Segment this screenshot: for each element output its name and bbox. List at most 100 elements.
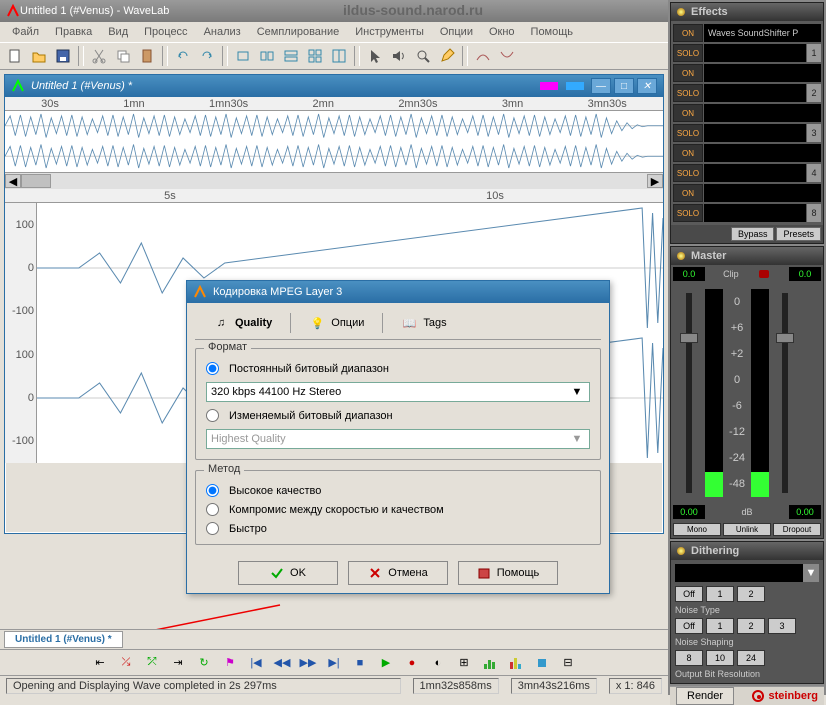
transport-ffw[interactable]: ▶▶: [299, 654, 317, 672]
menu-window[interactable]: Окно: [481, 24, 523, 40]
cut-button[interactable]: [88, 45, 110, 67]
dither-ns-3[interactable]: 3: [768, 618, 796, 634]
tool-5[interactable]: [328, 45, 350, 67]
method-hq-radio[interactable]: Высокое качество: [206, 481, 590, 500]
wave-window-titlebar[interactable]: Untitled 1 (#Venus) * — □ ✕: [5, 75, 663, 97]
transport-start[interactable]: |◀: [247, 654, 265, 672]
bypass-button[interactable]: Bypass: [731, 227, 775, 241]
menu-view[interactable]: Вид: [100, 24, 136, 40]
maximize-button[interactable]: □: [614, 78, 634, 94]
transport-stop[interactable]: ■: [351, 654, 369, 672]
transport-btn-4[interactable]: ⇥: [169, 654, 187, 672]
fx-slot-name[interactable]: Waves SoundShifter P: [704, 24, 821, 42]
fx-on-button[interactable]: ON: [673, 24, 703, 42]
tab-tags[interactable]: 📖 Tags: [383, 311, 464, 335]
obr-label: Output Bit Resolution: [675, 669, 819, 679]
scroll-right-button[interactable]: ▶: [647, 174, 663, 188]
transport-marker[interactable]: ⚑: [221, 654, 239, 672]
transport-play[interactable]: ▶: [377, 654, 395, 672]
paste-button[interactable]: [136, 45, 158, 67]
close-button[interactable]: ✕: [637, 78, 657, 94]
method-mid-radio[interactable]: Компромис между скоростью и качеством: [206, 500, 590, 519]
transport-loop[interactable]: ↻: [195, 654, 213, 672]
transport-rew[interactable]: ◀◀: [273, 654, 291, 672]
dither-obr-2[interactable]: 10: [706, 650, 734, 666]
transport-btn-3[interactable]: ⤱: [143, 654, 161, 672]
cursor-tool[interactable]: [364, 45, 386, 67]
dither-obr-3[interactable]: 24: [737, 650, 765, 666]
bitrate-select[interactable]: 320 kbps 44100 Hz Stereo ▼: [206, 382, 590, 402]
copy-button[interactable]: [112, 45, 134, 67]
transport-record[interactable]: ●: [403, 654, 421, 672]
open-button[interactable]: [28, 45, 50, 67]
channel-indicator-left: [540, 82, 558, 90]
transport-meter-3[interactable]: [533, 654, 551, 672]
zoom-timeline-ruler[interactable]: 5s 10s: [5, 189, 663, 203]
new-button[interactable]: [4, 45, 26, 67]
speaker-tool[interactable]: [388, 45, 410, 67]
dither-ns-1[interactable]: 1: [706, 618, 734, 634]
transport-meter-1[interactable]: [481, 654, 499, 672]
check-icon: [270, 566, 284, 580]
transport-extra-1[interactable]: ◐: [429, 654, 447, 672]
save-button[interactable]: [52, 45, 74, 67]
book-icon: 📖: [401, 315, 417, 331]
clip-indicator[interactable]: [759, 270, 769, 278]
document-tab[interactable]: Untitled 1 (#Venus) *: [4, 631, 123, 648]
dither-type-select[interactable]: ▼: [675, 564, 819, 582]
curve-tool-2[interactable]: [496, 45, 518, 67]
dialog-titlebar[interactable]: Кодировка MPEG Layer 3: [187, 281, 609, 303]
menu-sampling[interactable]: Семплирование: [249, 24, 348, 40]
tool-1[interactable]: [232, 45, 254, 67]
dither-nt-1[interactable]: 1: [706, 586, 734, 602]
dither-obr-1[interactable]: 8: [675, 650, 703, 666]
scroll-left-button[interactable]: ◀: [5, 174, 21, 188]
mono-button[interactable]: Mono: [673, 523, 721, 536]
tool-3[interactable]: [280, 45, 302, 67]
menu-analysis[interactable]: Анализ: [196, 24, 249, 40]
fader-left[interactable]: [677, 289, 701, 497]
transport-meter-2[interactable]: [507, 654, 525, 672]
dither-off-1[interactable]: Off: [675, 586, 703, 602]
fx-solo-button[interactable]: SOLO: [673, 44, 703, 62]
scroll-thumb[interactable]: [21, 174, 51, 188]
tab-quality[interactable]: ♫ Quality: [195, 311, 290, 335]
menu-options[interactable]: Опции: [432, 24, 481, 40]
help-button[interactable]: Помощь: [458, 561, 558, 585]
tab-options[interactable]: 💡 Опции: [291, 311, 382, 335]
cancel-button[interactable]: Отмена: [348, 561, 448, 585]
transport-extra-2[interactable]: ⊞: [455, 654, 473, 672]
fader-right[interactable]: [773, 289, 797, 497]
dropout-button[interactable]: Dropout: [773, 523, 821, 536]
menu-process[interactable]: Процесс: [136, 24, 195, 40]
redo-button[interactable]: [196, 45, 218, 67]
menu-edit[interactable]: Правка: [47, 24, 100, 40]
ok-button[interactable]: OK: [238, 561, 338, 585]
pencil-tool[interactable]: [436, 45, 458, 67]
dither-ns-2[interactable]: 2: [737, 618, 765, 634]
waveform-overview[interactable]: [5, 111, 663, 173]
transport-end-2[interactable]: ⊟: [559, 654, 577, 672]
transport-btn-2[interactable]: ⤰: [117, 654, 135, 672]
tool-2[interactable]: [256, 45, 278, 67]
transport-end[interactable]: ▶|: [325, 654, 343, 672]
render-button[interactable]: Render: [676, 687, 734, 705]
minimize-button[interactable]: —: [591, 78, 611, 94]
overview-scrollbar[interactable]: ◀ ▶: [5, 173, 663, 189]
menu-file[interactable]: Файл: [4, 24, 47, 40]
menu-tools[interactable]: Инструменты: [347, 24, 432, 40]
dither-nt-2[interactable]: 2: [737, 586, 765, 602]
method-fast-radio[interactable]: Быстро: [206, 519, 590, 538]
dither-off-2[interactable]: Off: [675, 618, 703, 634]
vbr-radio[interactable]: Изменяемый битовый диапазон: [206, 406, 590, 425]
presets-button[interactable]: Presets: [776, 227, 821, 241]
undo-button[interactable]: [172, 45, 194, 67]
unlink-button[interactable]: Unlink: [723, 523, 771, 536]
tool-4[interactable]: [304, 45, 326, 67]
curve-tool-1[interactable]: [472, 45, 494, 67]
zoom-tool[interactable]: [412, 45, 434, 67]
timeline-ruler[interactable]: 30s 1mn 1mn30s 2mn 2mn30s 3mn 3mn30s: [5, 97, 663, 111]
menu-help[interactable]: Помощь: [523, 24, 582, 40]
transport-btn-1[interactable]: ⇤: [91, 654, 109, 672]
cbr-radio[interactable]: Постоянный битовый диапазон: [206, 359, 590, 378]
